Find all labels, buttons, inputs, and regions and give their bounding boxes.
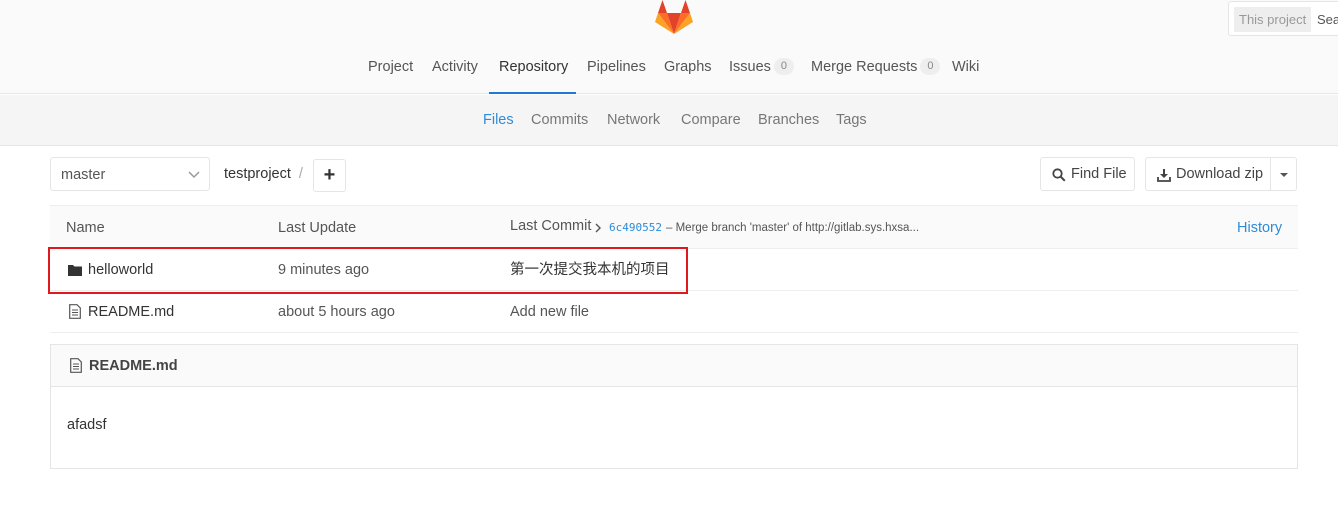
readme-header: README.md [51, 345, 1297, 387]
search-scope-label: This project [1234, 7, 1312, 32]
breadcrumb-separator: / [298, 166, 303, 182]
readme-title: README.md [89, 358, 178, 374]
branch-select-value: master [61, 167, 106, 183]
search-icon [1052, 168, 1066, 182]
nav-wiki[interactable]: Wiki [952, 50, 979, 94]
tab-files[interactable]: Files [483, 95, 514, 145]
column-last-commit-header: Last Commit [510, 218, 592, 234]
download-options-dropdown[interactable] [1270, 157, 1297, 191]
merge-requests-count-badge: 0 [920, 57, 941, 75]
history-link[interactable]: History [1237, 206, 1282, 250]
file-tree-header: Name Last Update Last Commit 6c490552 – … [50, 205, 1298, 249]
nav-graphs[interactable]: Graphs [664, 50, 712, 94]
search-box[interactable]: This project Sea [1228, 1, 1338, 36]
table-row[interactable]: README.md about 5 hours ago Add new file [50, 291, 1298, 333]
file-text-icon [70, 358, 82, 373]
download-zip-label: Download zip [1176, 166, 1264, 182]
chevron-down-icon [188, 171, 200, 179]
nav-merge-requests[interactable]: Merge Requests 0 [811, 50, 941, 94]
nav-issues-label: Issues [729, 59, 771, 75]
nav-issues[interactable]: Issues 0 [729, 50, 794, 94]
last-commit-message: – Merge branch 'master' of http://gitlab… [666, 222, 920, 234]
highlight-annotation-box [48, 247, 688, 294]
tab-network[interactable]: Network [607, 95, 660, 145]
tab-commits[interactable]: Commits [531, 95, 588, 145]
file-text-icon [69, 304, 81, 319]
download-icon [1157, 169, 1171, 182]
download-zip-button[interactable]: Download zip [1145, 157, 1272, 191]
column-last-update-header: Last Update [278, 220, 357, 236]
gitlab-logo-icon[interactable] [654, 0, 694, 36]
last-commit-hash-link[interactable]: 6c490552 [609, 206, 662, 250]
find-file-label: Find File [1071, 166, 1127, 182]
repository-subnav: Files Commits Network Compare Branches T… [0, 95, 1338, 146]
tab-branches[interactable]: Branches [758, 95, 819, 145]
issues-count-badge: 0 [773, 57, 794, 75]
nav-activity[interactable]: Activity [432, 50, 478, 94]
file-last-update: about 5 hours ago [278, 304, 395, 320]
nav-project[interactable]: Project [368, 50, 413, 94]
chevron-right-icon [595, 223, 601, 233]
readme-content: afadsf [67, 417, 107, 433]
readme-panel: README.md afadsf [50, 344, 1298, 469]
file-name-link[interactable]: README.md [88, 291, 174, 333]
find-file-button[interactable]: Find File [1040, 157, 1135, 191]
branch-select[interactable]: master [50, 157, 210, 191]
nav-repository[interactable]: Repository [489, 50, 576, 94]
add-file-button[interactable]: + [313, 159, 346, 192]
breadcrumb: testproject / [224, 157, 303, 191]
column-name-header: Name [66, 220, 105, 236]
top-header: This project Sea Project Activity Reposi… [0, 0, 1338, 94]
nav-pipelines[interactable]: Pipelines [587, 50, 646, 94]
tab-compare[interactable]: Compare [681, 95, 741, 145]
caret-down-icon [1280, 173, 1288, 177]
breadcrumb-project-link[interactable]: testproject [224, 166, 291, 182]
nav-merge-requests-label: Merge Requests [811, 59, 918, 75]
file-commit-message[interactable]: Add new file [510, 291, 589, 333]
tab-tags[interactable]: Tags [836, 95, 867, 145]
search-input[interactable]: Sea [1317, 7, 1338, 32]
